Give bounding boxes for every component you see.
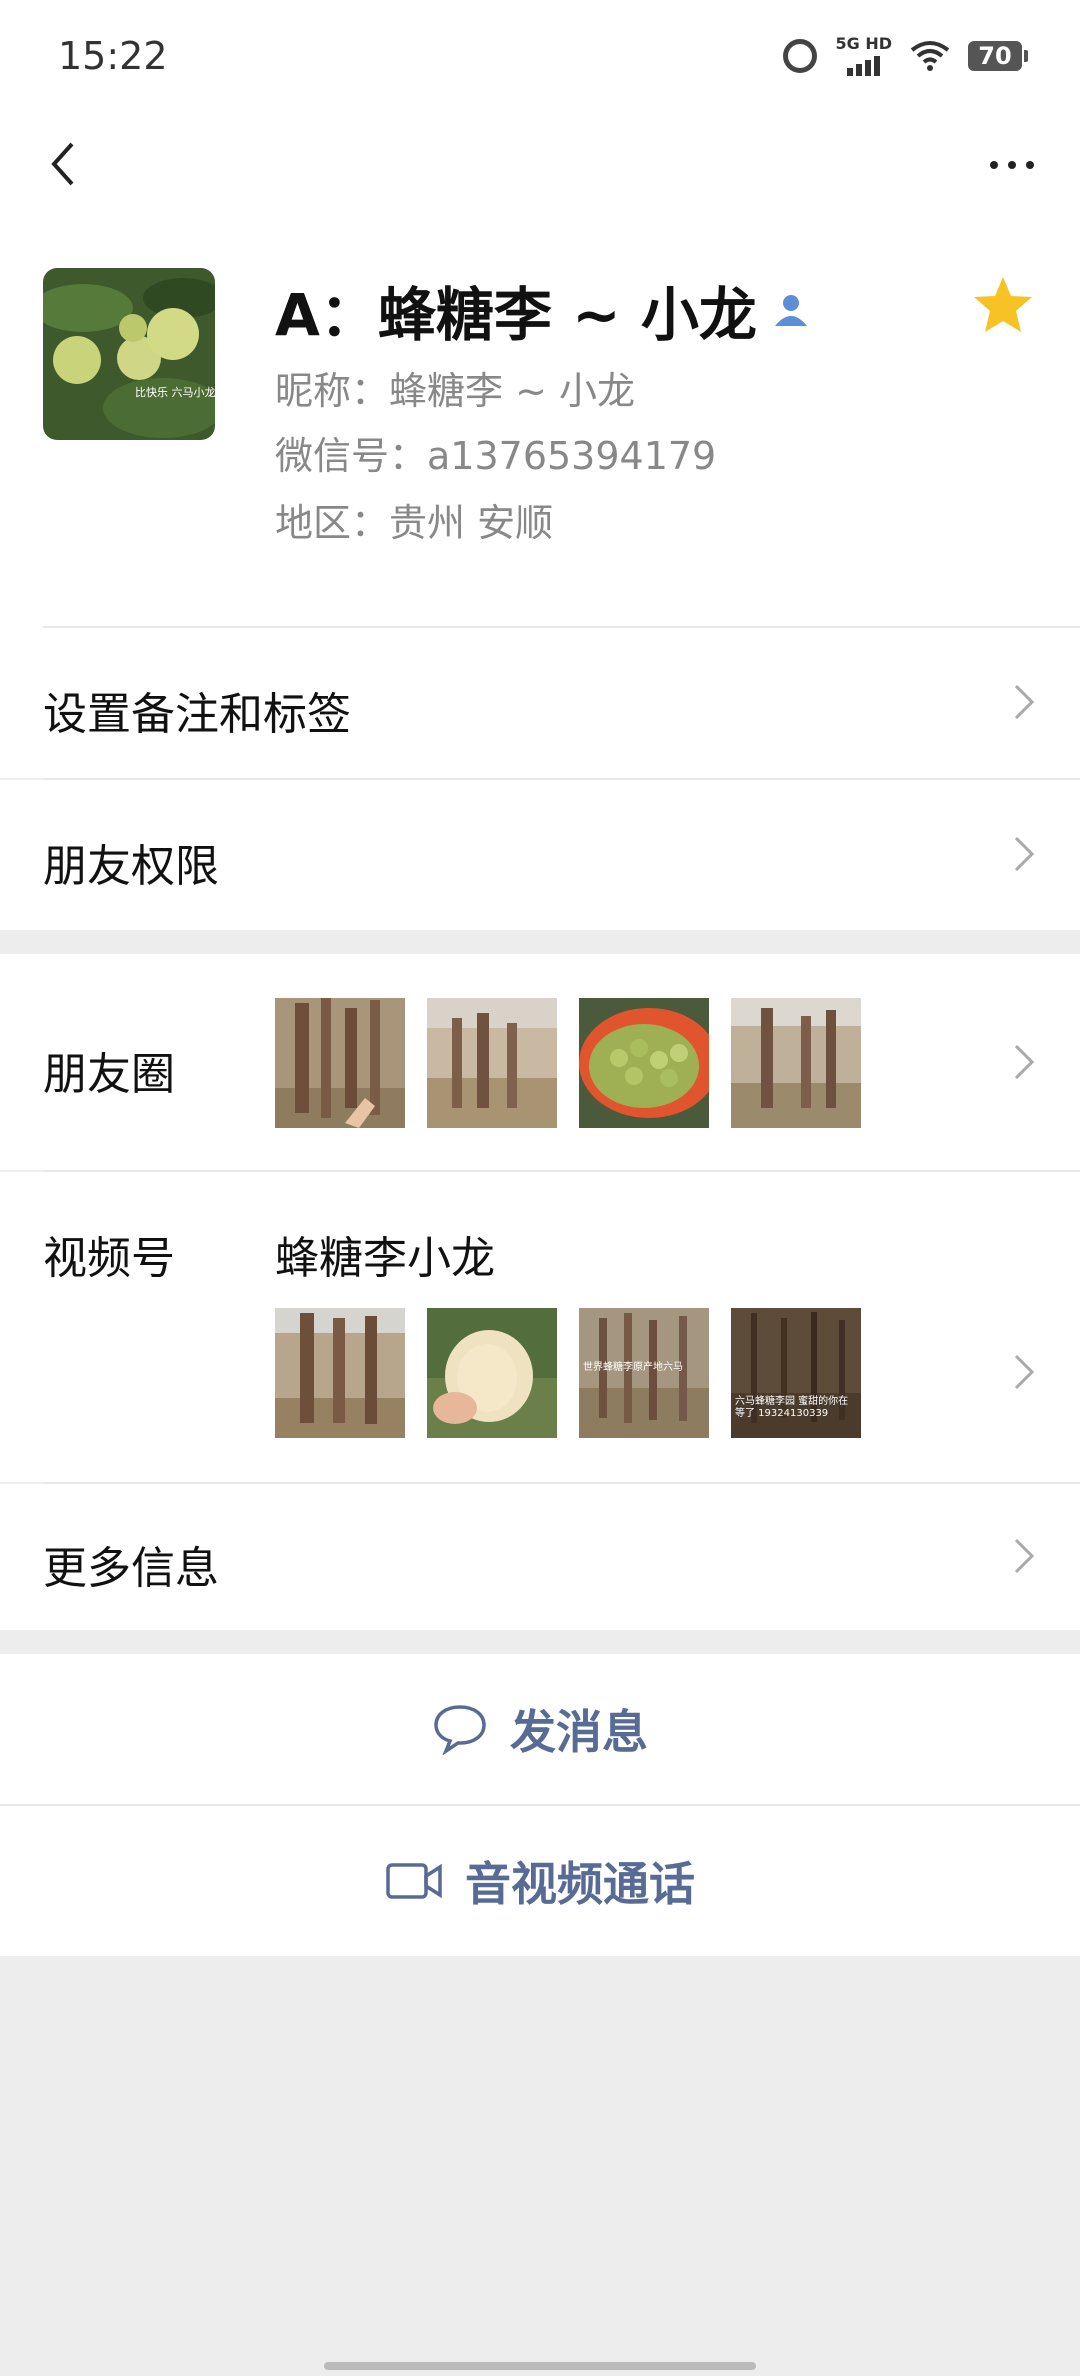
video-thumbnail[interactable] xyxy=(427,1308,557,1438)
avatar-caption: 比快乐 六马小龙 xyxy=(135,386,215,399)
wifi-icon xyxy=(910,41,950,71)
battery-icon: 70 xyxy=(968,41,1028,71)
row-more-info[interactable]: 更多信息 xyxy=(0,1484,1080,1630)
star-icon[interactable] xyxy=(972,274,1034,336)
contact-person-icon xyxy=(774,295,807,326)
send-message-button[interactable]: 发消息 xyxy=(0,1654,1080,1804)
moments-thumbnails xyxy=(275,998,861,1128)
more-options-icon[interactable] xyxy=(982,140,1042,190)
row-permission-label: 朋友权限 xyxy=(43,841,219,892)
row-more-info-label: 更多信息 xyxy=(43,1543,219,1594)
moments-thumbnail[interactable] xyxy=(731,998,861,1128)
video-camera-icon xyxy=(386,1863,442,1899)
row-channels-label: 视频号 xyxy=(43,1233,175,1284)
alarm-icon xyxy=(783,39,818,73)
video-thumbnail[interactable] xyxy=(275,1308,405,1438)
wechat-id: 微信号：a13765394179 xyxy=(275,434,717,478)
network-label: 5G HD xyxy=(835,34,892,53)
row-channels[interactable]: 视频号 蜂糖李小龙 世界蜂糖李原产地六马 六马蜂糖李园 蜜甜的你在等了 1932… xyxy=(0,1172,1080,1482)
video-thumbnail[interactable]: 六马蜂糖李园 蜜甜的你在等了 19324130339 xyxy=(731,1308,861,1438)
row-moments-label: 朋友圈 xyxy=(43,1049,175,1100)
avatar[interactable]: 比快乐 六马小龙 xyxy=(43,268,215,440)
video-thumbnail[interactable]: 世界蜂糖李原产地六马 xyxy=(579,1308,709,1438)
profile-name: A：蜂糖李 ~ 小龙 xyxy=(275,268,811,352)
nav-bar xyxy=(0,110,1080,220)
video-call-label: 音视频通话 xyxy=(465,1857,695,1911)
video-thumbnail-caption: 世界蜂糖李原产地六马 xyxy=(583,1362,683,1373)
video-thumbnail-caption: 六马蜂糖李园 蜜甜的你在等了 19324130339 xyxy=(735,1396,849,1419)
chevron-right-icon xyxy=(1014,836,1035,872)
back-arrow-icon[interactable] xyxy=(38,134,98,194)
home-indicator[interactable] xyxy=(324,2362,756,2370)
send-message-label: 发消息 xyxy=(510,1705,648,1759)
chevron-right-icon xyxy=(1014,1044,1035,1080)
row-remark-tags[interactable]: 设置备注和标签 xyxy=(0,628,1080,778)
display-name: A：蜂糖李 ~ 小龙 xyxy=(275,281,757,349)
moments-thumbnail[interactable] xyxy=(579,998,709,1128)
chevron-right-icon xyxy=(1014,684,1035,720)
signal-indicator: 5G HD xyxy=(835,36,892,76)
chevron-right-icon xyxy=(1014,1538,1035,1574)
chevron-right-icon xyxy=(1014,1354,1035,1390)
status-icons: 5G HD 70 xyxy=(783,36,1028,76)
status-bar: 15:22 5G HD 70 xyxy=(0,0,1080,110)
signal-bars-icon xyxy=(847,52,881,76)
moments-thumbnail[interactable] xyxy=(275,998,405,1128)
channels-thumbnails: 世界蜂糖李原产地六马 六马蜂糖李园 蜜甜的你在等了 19324130339 xyxy=(275,1308,861,1438)
video-call-button[interactable]: 音视频通话 xyxy=(0,1806,1080,1956)
row-remark-label: 设置备注和标签 xyxy=(43,689,351,740)
channels-name: 蜂糖李小龙 xyxy=(275,1233,495,1284)
nickname: 昵称：蜂糖李 ~ 小龙 xyxy=(275,369,635,413)
status-time: 15:22 xyxy=(58,34,168,78)
row-moments[interactable]: 朋友圈 xyxy=(0,954,1080,1170)
row-friend-permission[interactable]: 朋友权限 xyxy=(0,780,1080,930)
region: 地区：贵州 安顺 xyxy=(275,501,554,545)
chat-bubble-icon xyxy=(434,1705,486,1755)
moments-thumbnail[interactable] xyxy=(427,998,557,1128)
profile-card: 比快乐 六马小龙 A：蜂糖李 ~ 小龙 昵称：蜂糖李 ~ 小龙 微信号：a137… xyxy=(0,220,1080,628)
